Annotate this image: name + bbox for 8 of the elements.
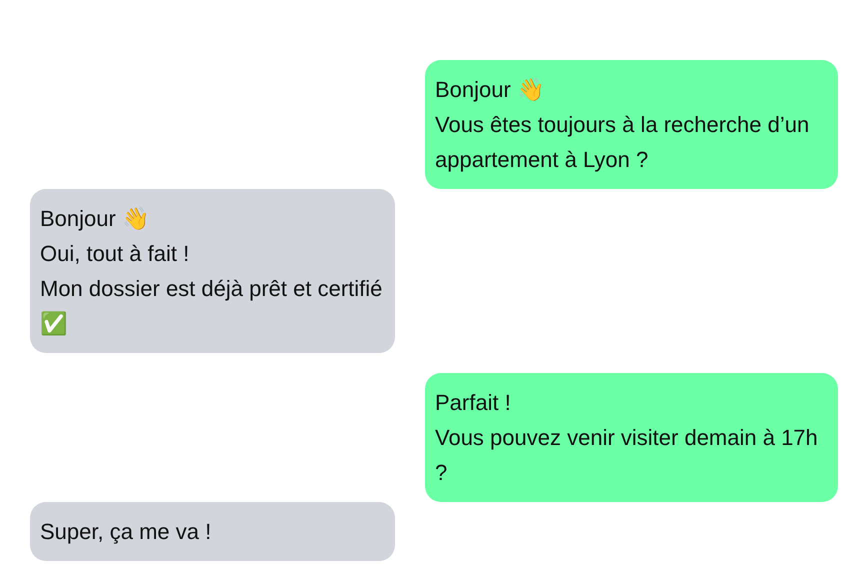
message-text: Vous pouvez venir visiter demain à 17h ? (435, 424, 819, 487)
message-text: Mon dossier est déjà prêt et certifié ✅ (40, 275, 384, 338)
message-text: Bonjour 👋 (435, 76, 545, 104)
message-text: Super, ça me va ! (40, 518, 212, 546)
message-text: Oui, tout à fait ! (40, 240, 190, 268)
message-text: Parfait ! (435, 389, 512, 417)
message-text: Vous êtes toujours à la recherche d’un appartement à Lyon ? (435, 111, 810, 174)
message-text: Bonjour 👋 (40, 205, 150, 233)
